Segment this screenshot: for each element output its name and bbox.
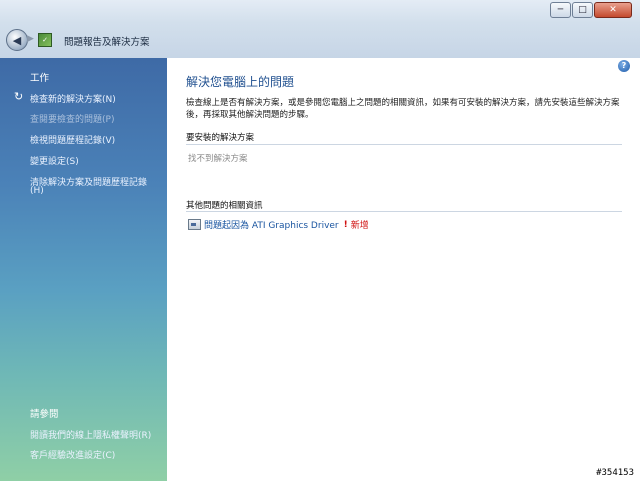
- problem-report-icon: [188, 219, 201, 230]
- list-item[interactable]: 問題起因為 ATI Graphics Driver ! 新增: [188, 218, 369, 231]
- page-description: 檢查線上是否有解決方案，或是參閱您電腦上之問題的相關資訊，如果有可安裝的解決方案…: [186, 98, 620, 120]
- watermark: #354153: [596, 468, 634, 478]
- change-settings-link[interactable]: 變更設定(S): [30, 154, 79, 167]
- view-problem-history-link[interactable]: 檢視問題歷程記錄(V): [30, 133, 115, 146]
- install-section-divider: [186, 144, 622, 145]
- tasks-header: 工作: [30, 73, 50, 84]
- new-badge: 新增: [350, 221, 369, 231]
- see-also-header: 請參閱: [30, 409, 59, 420]
- customer-experience-link[interactable]: 客戶經驗改進設定(C): [30, 448, 115, 461]
- no-solutions-text: 找不到解決方案: [188, 154, 248, 164]
- page-title: 解決您電腦上的問題: [186, 75, 295, 89]
- close-button[interactable]: ✕: [594, 2, 632, 18]
- clear-history-link[interactable]: 清除解決方案及問題歷程記錄: [30, 175, 147, 188]
- window-title: 問題報告及解決方案: [64, 37, 150, 48]
- install-section-header: 要安裝的解決方案: [186, 133, 255, 143]
- shield-refresh-icon: ↻: [14, 90, 24, 103]
- caption-buttons: ─ □ ✕: [550, 2, 632, 18]
- back-arrow-icon: ◀: [12, 33, 22, 47]
- clear-history-link-hotkey[interactable]: (H): [30, 186, 44, 196]
- info-section-header: 其他問題的相關資訊: [186, 201, 263, 211]
- title-bar: ─ □ ✕ ◀ ▶ ✓ 問題報告及解決方案: [0, 0, 640, 59]
- ati-driver-problem-link[interactable]: 問題起因為 ATI Graphics Driver: [204, 218, 339, 231]
- main-content: ? 解決您電腦上的問題 檢查線上是否有解決方案，或是參閱您電腦上之問題的相關資訊…: [167, 58, 640, 481]
- problem-reports-app-icon: ✓: [38, 33, 52, 47]
- back-button[interactable]: ◀: [6, 29, 28, 51]
- help-icon[interactable]: ?: [618, 60, 630, 72]
- privacy-statement-link[interactable]: 閱讀我們的線上隱私權聲明(R): [30, 428, 151, 441]
- check-new-solutions-link[interactable]: 檢查新的解決方案(N): [30, 92, 116, 105]
- new-indicator-icon: !: [343, 219, 348, 230]
- minimize-button[interactable]: ─: [550, 2, 571, 18]
- forward-button[interactable]: ▶: [27, 32, 37, 46]
- review-problems-link: 查閱要檢查的問題(P): [30, 115, 115, 125]
- info-section-divider: [186, 211, 622, 212]
- sidebar: 工作 ↻ 檢查新的解決方案(N) 查閱要檢查的問題(P) 檢視問題歷程記錄(V)…: [0, 58, 167, 481]
- maximize-button[interactable]: □: [572, 2, 593, 18]
